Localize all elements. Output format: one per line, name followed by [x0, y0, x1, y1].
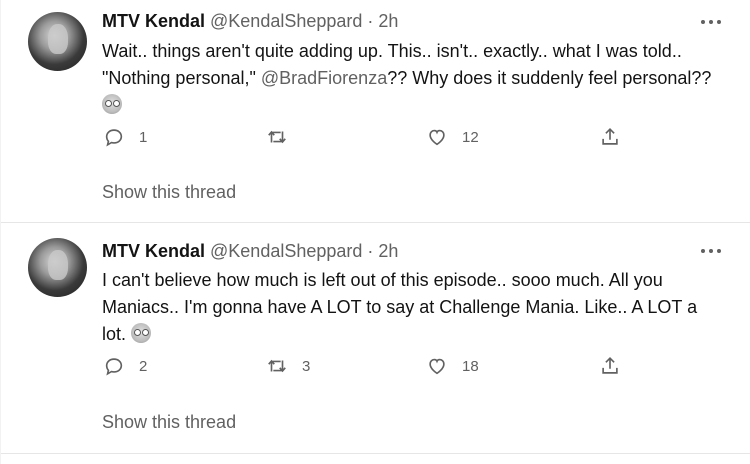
separator-dot: ·	[367, 240, 374, 261]
tweet-actions: 1 12	[1, 126, 750, 152]
tweet-text-part: I can't believe how much is left out of …	[102, 270, 698, 344]
tweet-actions: 2 3 18	[1, 355, 750, 381]
retweet-button[interactable]	[266, 126, 302, 148]
tweet-text: Wait.. things aren't quite adding up. Th…	[102, 38, 712, 119]
reply-icon	[105, 358, 123, 376]
display-name[interactable]: MTV Kendal	[102, 11, 205, 32]
tweet-text: I can't believe how much is left out of …	[102, 267, 712, 348]
share-icon	[602, 357, 618, 374]
like-count: 12	[462, 128, 479, 146]
timestamp[interactable]: 2h	[378, 11, 398, 32]
reply-button[interactable]: 2	[103, 355, 147, 377]
tweet-text-part: ?? Why does it suddenly feel personal??	[387, 68, 712, 88]
share-button[interactable]	[599, 355, 621, 377]
tweet-feed: MTV Kendal @KendalSheppard · 2h Wait.. t…	[0, 0, 750, 464]
like-button[interactable]: 12	[426, 126, 479, 148]
retweet-icon	[268, 130, 286, 144]
share-icon	[602, 128, 618, 145]
display-name[interactable]: MTV Kendal	[102, 241, 205, 262]
flushed-face-emoji	[131, 323, 152, 343]
user-handle[interactable]: @KendalSheppard	[210, 11, 362, 32]
tweet[interactable]: MTV Kendal @KendalSheppard · 2h Wait.. t…	[1, 0, 750, 223]
avatar[interactable]	[28, 238, 87, 297]
reply-count: 2	[139, 357, 148, 375]
avatar[interactable]	[28, 12, 87, 71]
show-thread-link[interactable]: Show this thread	[102, 182, 236, 203]
retweet-icon	[268, 359, 286, 373]
user-handle[interactable]: @KendalSheppard	[210, 241, 362, 262]
timestamp[interactable]: 2h	[378, 241, 398, 262]
share-button[interactable]	[599, 126, 621, 148]
reply-count: 1	[139, 128, 148, 146]
more-options-icon[interactable]	[696, 12, 726, 32]
reply-icon	[105, 129, 123, 147]
separator-dot: ·	[367, 10, 374, 31]
show-thread-link[interactable]: Show this thread	[102, 412, 236, 433]
tweet-header: MTV Kendal @KendalSheppard · 2h	[102, 9, 398, 33]
tweet[interactable]: MTV Kendal @KendalSheppard · 2h I can't …	[1, 223, 750, 454]
reply-button[interactable]: 1	[103, 126, 147, 148]
mention-link[interactable]: @BradFiorenza	[261, 68, 387, 88]
like-count: 18	[462, 357, 479, 375]
thinking-face-emoji	[102, 94, 122, 114]
retweet-count: 3	[302, 357, 311, 375]
heart-icon	[429, 358, 445, 375]
retweet-button[interactable]: 3	[266, 355, 310, 377]
heart-icon	[429, 129, 445, 146]
more-options-icon[interactable]	[696, 241, 726, 261]
like-button[interactable]: 18	[426, 355, 479, 377]
tweet-header: MTV Kendal @KendalSheppard · 2h	[102, 239, 398, 263]
